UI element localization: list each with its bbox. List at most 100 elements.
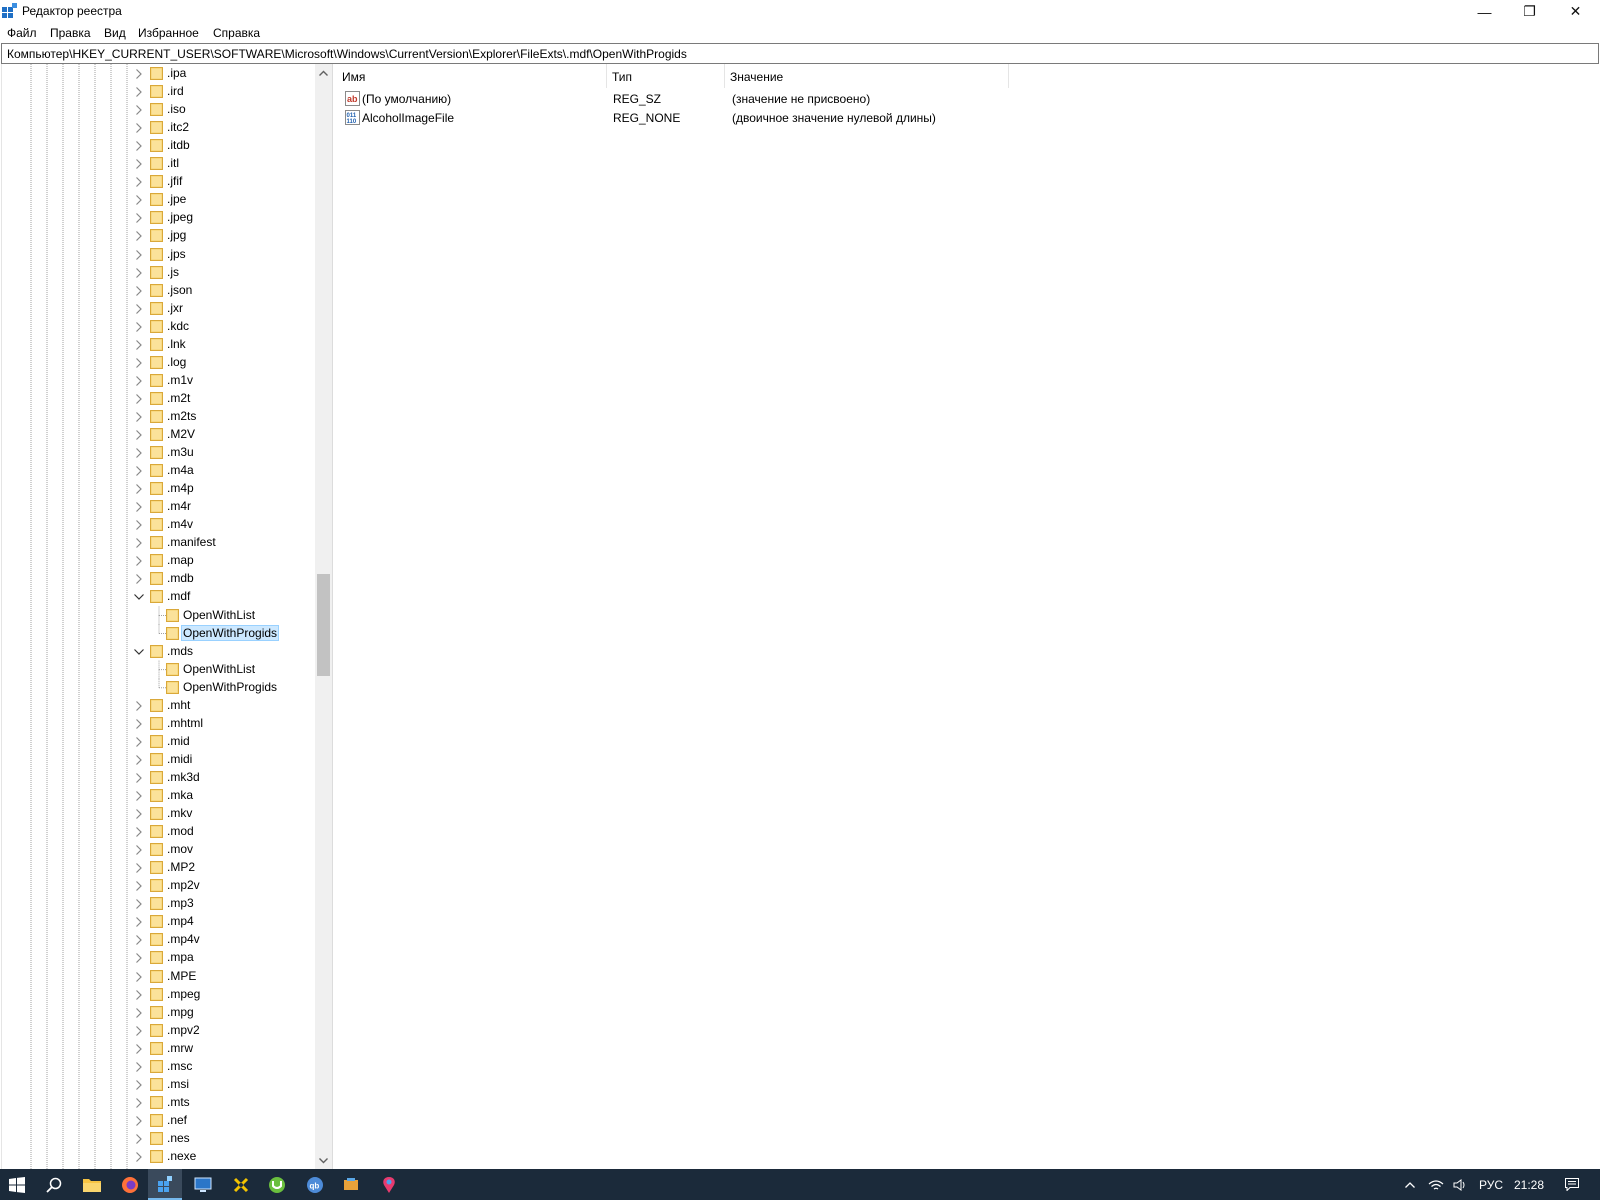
chevron-right-icon[interactable] [133, 1061, 145, 1073]
chevron-right-icon[interactable] [133, 321, 145, 333]
chevron-right-icon[interactable] [133, 736, 145, 748]
tree-item[interactable]: .mdf [2, 588, 316, 606]
menu-file[interactable]: Файл [7, 26, 37, 40]
scroll-up-arrow-icon[interactable] [315, 64, 332, 81]
paint-icon[interactable] [372, 1169, 406, 1200]
close-button[interactable]: ✕ [1553, 0, 1598, 23]
chevron-right-icon[interactable] [133, 285, 145, 297]
pane-splitter[interactable] [332, 64, 336, 1169]
chevron-right-icon[interactable] [133, 86, 145, 98]
address-bar[interactable]: Компьютер\HKEY_CURRENT_USER\SOFTWARE\Mic… [1, 43, 1599, 64]
tree-item[interactable]: .itc2 [2, 119, 316, 137]
tree-item[interactable]: .mid [2, 733, 316, 751]
tree-item[interactable]: .jpeg [2, 209, 316, 227]
menu-help[interactable]: Справка [213, 26, 260, 40]
tree-item[interactable]: .mod [2, 823, 316, 841]
chevron-right-icon[interactable] [133, 375, 145, 387]
chevron-right-icon[interactable] [133, 176, 145, 188]
tree-item[interactable]: .msc [2, 1058, 316, 1076]
qbittorrent-icon[interactable]: qb [298, 1169, 332, 1200]
chevron-right-icon[interactable] [133, 1151, 145, 1163]
tree-item[interactable]: .msi [2, 1076, 316, 1094]
tree-item[interactable]: .ipa [2, 65, 316, 83]
tree-item[interactable]: .midi [2, 751, 316, 769]
minimize-button[interactable]: — [1462, 0, 1507, 23]
tree-item[interactable]: .mka [2, 787, 316, 805]
tree-item[interactable]: .mpeg [2, 986, 316, 1004]
tree-item[interactable]: .m1v [2, 372, 316, 390]
chevron-right-icon[interactable] [133, 429, 145, 441]
chevron-right-icon[interactable] [133, 952, 145, 964]
chevron-right-icon[interactable] [133, 194, 145, 206]
tree-item[interactable]: .mov [2, 841, 316, 859]
language-indicator[interactable]: РУС [1479, 1178, 1503, 1192]
chevron-right-icon[interactable] [133, 934, 145, 946]
remote-desktop-icon[interactable] [186, 1169, 220, 1200]
tree-item[interactable]: .mp4v [2, 931, 316, 949]
network-app-icon[interactable] [334, 1169, 368, 1200]
restore-button[interactable]: ❐ [1507, 0, 1552, 23]
tree-item[interactable]: .mdb [2, 570, 316, 588]
tree-item[interactable]: .mpv2 [2, 1022, 316, 1040]
tree-item[interactable]: .mp2v [2, 877, 316, 895]
tree-item[interactable]: .lnk [2, 336, 316, 354]
tree-item[interactable]: .mp3 [2, 895, 316, 913]
chevron-right-icon[interactable] [133, 1007, 145, 1019]
chevron-right-icon[interactable] [133, 483, 145, 495]
chevron-right-icon[interactable] [133, 916, 145, 928]
chevron-right-icon[interactable] [133, 122, 145, 134]
values-list[interactable]: Имя Тип Значение ab (По умолчанию) REG_S… [337, 64, 1599, 1169]
tree-item[interactable]: .MP2 [2, 859, 316, 877]
start-icon[interactable] [0, 1169, 34, 1200]
chevron-right-icon[interactable] [133, 303, 145, 315]
tree-item[interactable]: .M2V [2, 426, 316, 444]
tree-item[interactable]: .m4p [2, 480, 316, 498]
wifi-icon[interactable] [1423, 1169, 1449, 1200]
tree-item[interactable]: .m3u [2, 444, 316, 462]
value-row[interactable]: 011 110 AlcoholImageFile REG_NONE (двоич… [337, 108, 1037, 127]
xbox-icon[interactable] [224, 1169, 258, 1200]
chevron-right-icon[interactable] [133, 104, 145, 116]
chevron-right-icon[interactable] [133, 447, 145, 459]
address-path[interactable]: Компьютер\HKEY_CURRENT_USER\SOFTWARE\Mic… [7, 47, 687, 61]
menu-view[interactable]: Вид [104, 26, 126, 40]
chevron-right-icon[interactable] [133, 68, 145, 80]
regedit-icon[interactable] [148, 1169, 182, 1200]
tree-item[interactable]: .MPE [2, 968, 316, 986]
tree-item[interactable]: .mht [2, 697, 316, 715]
scroll-down-arrow-icon[interactable] [315, 1152, 332, 1169]
tree-item[interactable]: .mp4 [2, 913, 316, 931]
chevron-right-icon[interactable] [133, 862, 145, 874]
tree-item[interactable]: OpenWithProgids [2, 624, 316, 643]
tree-item[interactable]: .m2ts [2, 408, 316, 426]
chevron-right-icon[interactable] [133, 1079, 145, 1091]
chevron-right-icon[interactable] [133, 519, 145, 531]
chevron-right-icon[interactable] [133, 754, 145, 766]
tree-item[interactable]: .mk3d [2, 769, 316, 787]
tree-item[interactable]: .m4a [2, 462, 316, 480]
chevron-right-icon[interactable] [133, 339, 145, 351]
column-header-type[interactable]: Тип [607, 64, 725, 88]
file-explorer-icon[interactable] [75, 1169, 109, 1200]
tree-item[interactable]: .jxr [2, 300, 316, 318]
tree-item[interactable]: .js [2, 264, 316, 282]
tree-item[interactable]: .nexe [2, 1148, 316, 1166]
tree-item[interactable]: OpenWithProgids [2, 679, 316, 697]
chevron-down-icon[interactable] [133, 646, 145, 658]
chevron-right-icon[interactable] [133, 1025, 145, 1037]
key-tree[interactable]: .ipa .ird .iso .itc2 .itdb .itl .jfif .jpe .jpeg… [1, 64, 331, 1169]
tree-item[interactable]: .nes [2, 1130, 316, 1148]
chevron-right-icon[interactable] [133, 249, 145, 261]
tree-scrollbar[interactable] [315, 64, 332, 1169]
tree-item[interactable]: .mhtml [2, 715, 316, 733]
volume-icon[interactable] [1448, 1169, 1472, 1200]
column-header-value[interactable]: Значение [725, 64, 1009, 88]
chevron-right-icon[interactable] [133, 808, 145, 820]
tree-item[interactable]: .json [2, 282, 316, 300]
tree-item[interactable]: .m2t [2, 390, 316, 408]
tree-item[interactable]: .ird [2, 83, 316, 101]
tree-item[interactable]: .map [2, 552, 316, 570]
tree-item[interactable]: OpenWithList [2, 661, 316, 679]
tree-item[interactable]: .jps [2, 246, 316, 264]
notifications-icon[interactable] [1557, 1169, 1587, 1200]
